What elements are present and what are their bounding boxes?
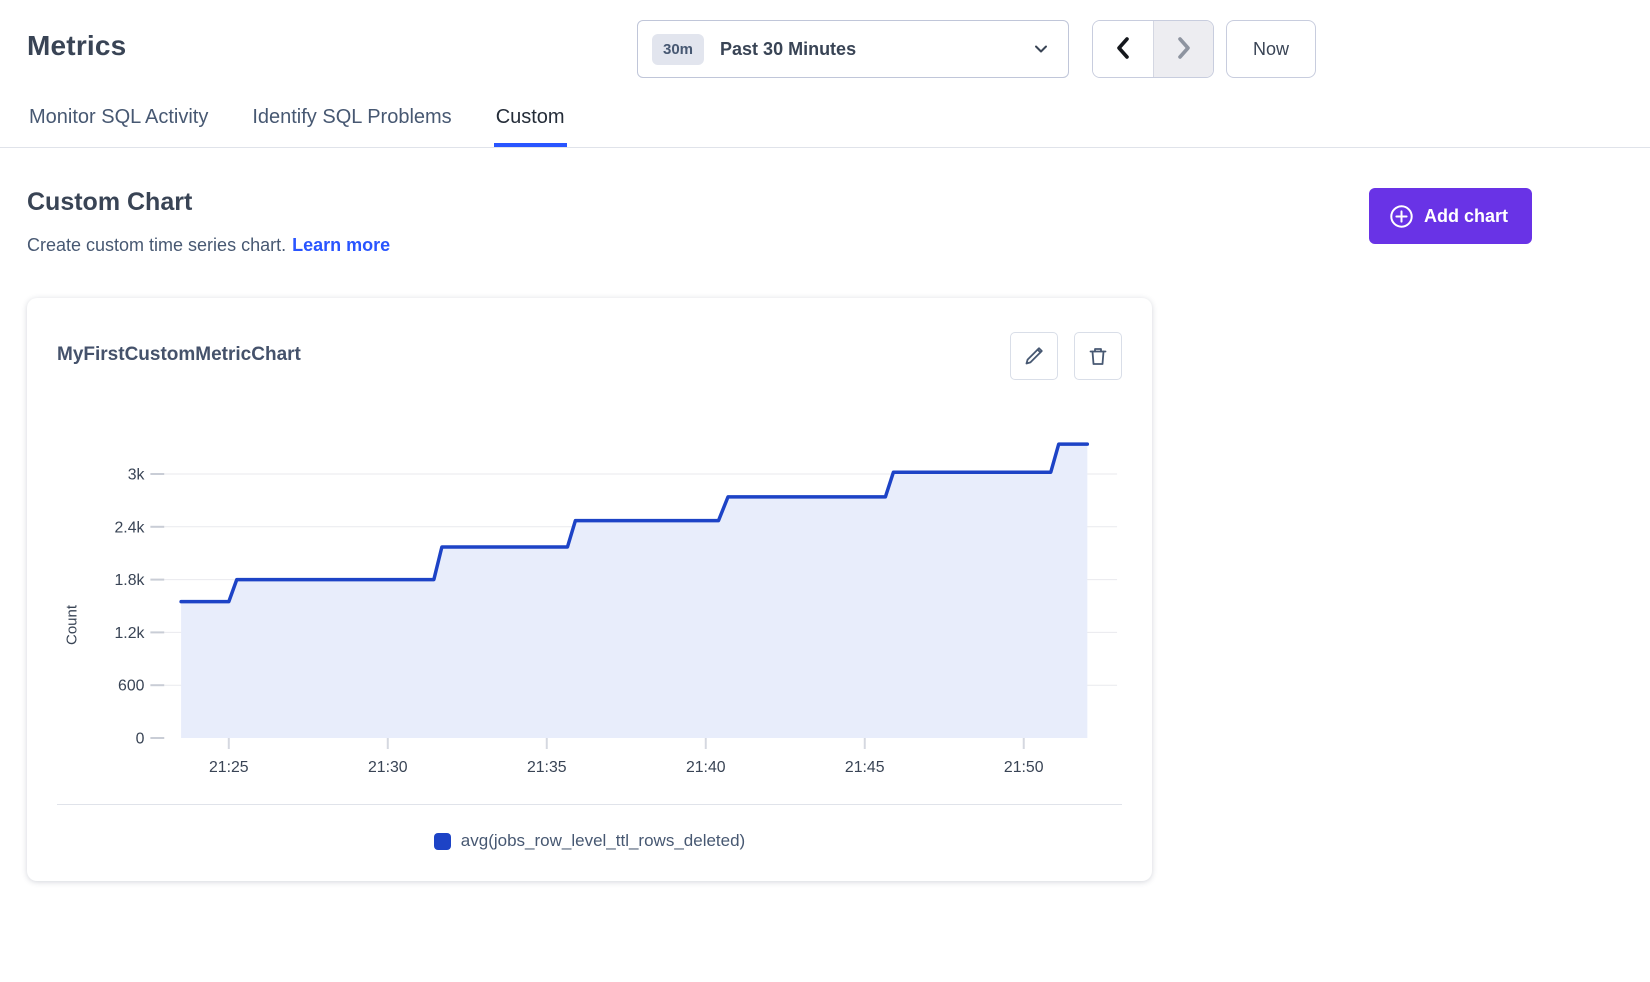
chevron-left-icon <box>1112 35 1134 64</box>
trash-icon <box>1087 345 1109 367</box>
learn-more-link[interactable]: Learn more <box>292 235 390 255</box>
custom-chart-plot[interactable]: 0 600 1.2k 1.8k 2.4k 3k 21:25 21:30 21:35 21:40 21… <box>87 406 1122 798</box>
chart-plot-area: Count 0 600 1.2k 1.8k 2.4k 3k 21:25 21:30 21:35 2… <box>57 406 1122 798</box>
svg-text:21:30: 21:30 <box>368 759 408 776</box>
chart-legend[interactable]: avg(jobs_row_level_ttl_rows_deleted) <box>57 805 1122 881</box>
chevron-right-icon <box>1173 35 1195 64</box>
chart-card-header: MyFirstCustomMetricChart <box>57 332 1122 380</box>
svg-text:21:50: 21:50 <box>1004 759 1044 776</box>
time-range-label: Past 30 Minutes <box>720 39 856 60</box>
custom-metric-chart-card: MyFirstCustomMetricChart <box>27 298 1152 881</box>
svg-text:21:45: 21:45 <box>845 759 885 776</box>
y-axis-title: Count <box>57 406 87 798</box>
plus-circle-icon <box>1389 204 1414 229</box>
section-title: Custom Chart <box>27 188 1532 217</box>
tab-identify-sql-problems[interactable]: Identify SQL Problems <box>250 100 453 147</box>
chevron-down-icon <box>1032 40 1050 58</box>
svg-text:21:25: 21:25 <box>209 759 249 776</box>
time-pager <box>1092 20 1214 78</box>
tab-monitor-sql-activity[interactable]: Monitor SQL Activity <box>27 100 210 147</box>
time-range-selector[interactable]: 30m Past 30 Minutes <box>637 20 1069 78</box>
delete-chart-button[interactable] <box>1074 332 1122 380</box>
svg-text:3k: 3k <box>128 466 145 483</box>
custom-chart-section-header: Custom Chart Create custom time series c… <box>27 188 1532 256</box>
next-time-button[interactable] <box>1153 21 1213 77</box>
add-chart-label: Add chart <box>1424 206 1508 227</box>
tab-custom[interactable]: Custom <box>494 100 567 147</box>
prev-time-button[interactable] <box>1093 21 1153 77</box>
page-title: Metrics <box>27 30 126 62</box>
chart-actions <box>1010 332 1122 380</box>
svg-text:1.8k: 1.8k <box>115 572 145 589</box>
svg-text:1.2k: 1.2k <box>115 625 145 642</box>
metrics-tab-bar: Monitor SQL Activity Identify SQL Proble… <box>0 100 1650 148</box>
svg-text:600: 600 <box>118 678 145 695</box>
page-header: Metrics 30m Past 30 Minutes Now <box>0 0 1650 98</box>
now-button[interactable]: Now <box>1226 20 1316 78</box>
legend-series-label: avg(jobs_row_level_ttl_rows_deleted) <box>461 831 745 851</box>
svg-text:2.4k: 2.4k <box>115 519 145 536</box>
section-description-text: Create custom time series chart. <box>27 235 286 255</box>
svg-text:0: 0 <box>136 730 145 747</box>
edit-chart-button[interactable] <box>1010 332 1058 380</box>
svg-text:21:35: 21:35 <box>527 759 567 776</box>
add-chart-button[interactable]: Add chart <box>1369 188 1532 244</box>
legend-color-swatch <box>434 833 451 850</box>
svg-text:21:40: 21:40 <box>686 759 726 776</box>
time-range-badge: 30m <box>652 34 704 65</box>
section-description: Create custom time series chart. Learn mo… <box>27 235 1532 256</box>
pencil-icon <box>1023 345 1045 367</box>
chart-title: MyFirstCustomMetricChart <box>57 332 301 366</box>
